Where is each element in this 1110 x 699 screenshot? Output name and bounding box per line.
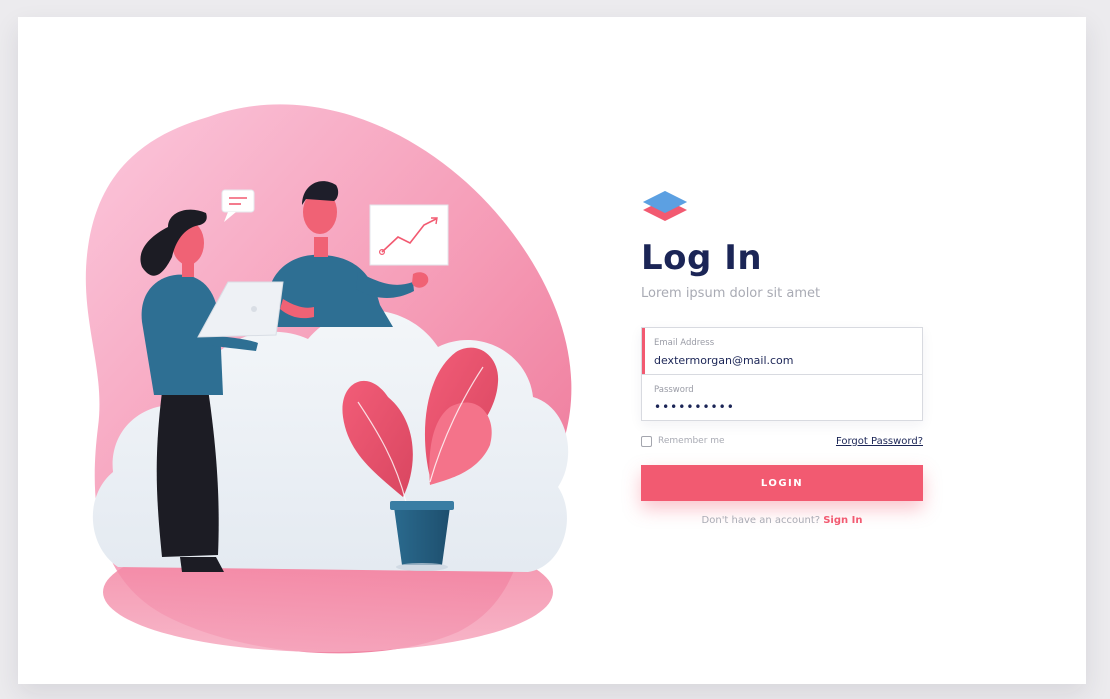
email-label: Email Address <box>654 338 715 348</box>
login-button[interactable]: LOGIN <box>641 465 923 501</box>
credentials-group: Email Address Password <box>641 327 923 421</box>
page-subtitle: Lorem ipsum dolor sit amet <box>641 286 821 301</box>
login-form: Log In Lorem ipsum dolor sit amet Email … <box>641 187 923 526</box>
email-field: Email Address <box>642 328 922 374</box>
page-title: Log In <box>641 238 763 278</box>
login-card: Log In Lorem ipsum dolor sit amet Email … <box>18 17 1086 684</box>
password-input[interactable] <box>654 399 910 415</box>
login-illustration <box>58 77 618 677</box>
signup-prompt-text: Don't have an account? <box>701 515 821 526</box>
login-options: Remember me Forgot Password? <box>641 433 923 449</box>
forgot-password-link[interactable]: Forgot Password? <box>836 436 923 447</box>
email-input[interactable] <box>654 352 910 368</box>
signup-prompt: Don't have an account? Sign In <box>641 515 923 526</box>
stacked-layers-logo-icon <box>643 191 687 221</box>
people-cloud-illustration <box>85 104 572 654</box>
growth-chart-card-icon <box>369 204 449 266</box>
remember-label: Remember me <box>658 436 725 446</box>
password-field: Password <box>642 374 922 420</box>
remember-checkbox[interactable] <box>641 435 652 447</box>
remember-me[interactable]: Remember me <box>641 435 725 447</box>
sign-in-link[interactable]: Sign In <box>823 515 862 526</box>
password-label: Password <box>654 385 694 395</box>
